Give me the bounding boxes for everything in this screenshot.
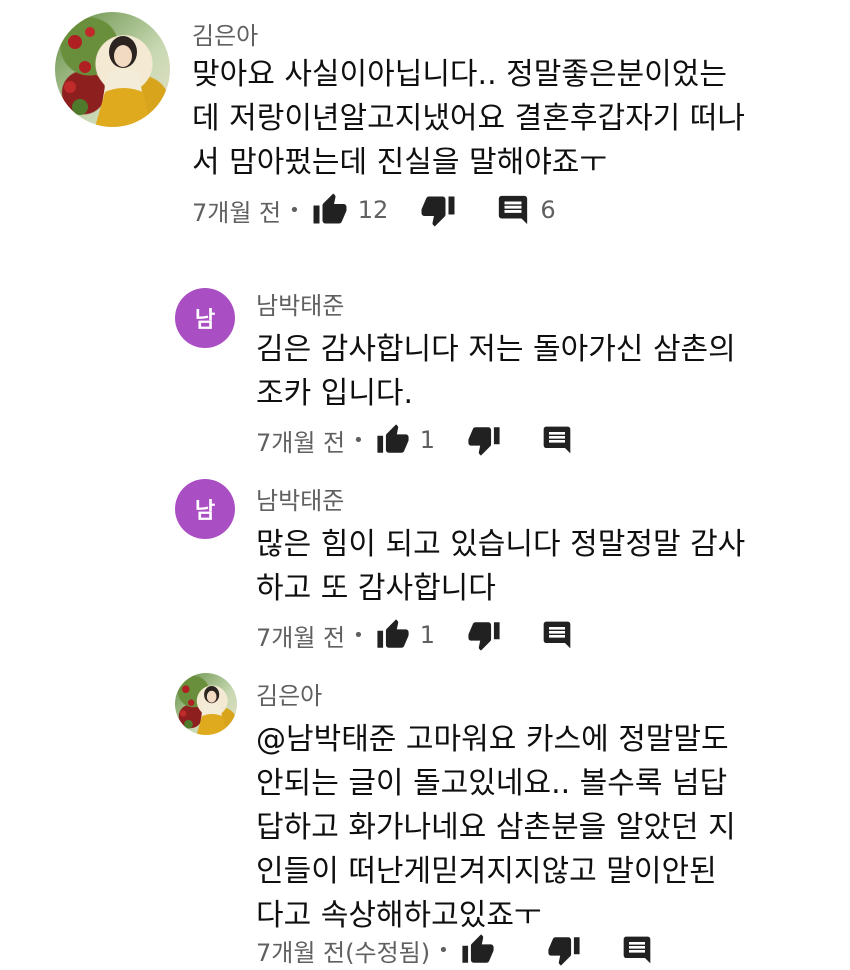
reply-author[interactable]: 김은아 [256,676,322,711]
reply-button[interactable] [541,424,573,456]
comment-text: 맞아요 사실이아닙니다.. 정말좋은분이었는 데 저랑이년알고지냈어요 결혼후갑… [192,57,746,180]
thumbs-down-icon [421,196,455,227]
like-count: 12 [357,196,389,224]
comment-reply-icon [543,426,571,454]
comment-timestamp: 7개월 전 [192,198,282,227]
like-count: 1 [419,621,436,649]
reply-item: 남 남박태준 많은 힘이 되고 있습니다 정말정말 감사 하고 또 감사합니다 … [0,475,850,660]
like-button[interactable] [461,933,495,967]
reply-button[interactable] [621,934,653,966]
separator-dot: • [289,199,300,221]
dislike-button[interactable] [467,618,501,652]
reply-author[interactable]: 남박태준 [256,286,344,321]
like-count: 1 [419,426,436,454]
reply-button[interactable] [541,619,573,651]
reply-button[interactable] [496,193,530,227]
thumbs-down-icon [548,937,580,966]
reply-text: @남박태준 고마워요 카스에 정말말도 안되는 글이 돌고있네요.. 볼수록 넘… [256,722,736,933]
like-button[interactable] [376,618,410,652]
dislike-button[interactable] [547,933,581,967]
comment-author[interactable]: 김은아 [192,16,258,51]
reply-count[interactable]: 6 [540,196,555,224]
reply-actions: 7개월 전 • 1 [256,615,573,655]
thumbs-up-icon [462,934,494,963]
thumbs-down-icon [468,427,500,456]
like-button[interactable] [312,192,348,228]
avatar[interactable]: 남 [175,479,235,539]
avatar[interactable] [175,673,237,735]
dislike-button[interactable] [420,192,456,228]
separator-dot: • [353,624,364,646]
comment-reply-icon [543,621,571,649]
comment-actions: 7개월 전 • 12 6 [192,190,556,230]
comment-reply-icon [499,195,528,225]
comment-thread-main: 김은아 맞아요 사실이아닙니다.. 정말좋은분이었는 데 저랑이년알고지냈어요 … [0,0,850,240]
thumbs-up-icon [377,619,409,648]
reply-item: 남 남박태준 김은 감사합니다 저는 돌아가신 삼촌의 조카 입니다. 7개월 … [0,280,850,465]
reply-timestamp: 7개월 전(수정됨) [256,938,431,967]
thumbs-up-icon [377,424,409,453]
avatar[interactable] [55,12,170,127]
reply-timestamp: 7개월 전 [256,428,346,457]
separator-dot: • [438,939,449,961]
comment-reply-icon [623,936,651,964]
separator-dot: • [353,429,364,451]
avatar[interactable]: 남 [175,288,235,348]
reply-actions: 7개월 전 • 1 [256,420,573,460]
thumbs-up-icon [313,193,347,224]
reply-author[interactable]: 남박태준 [256,481,344,516]
reply-actions: 7개월 전(수정됨) • [256,930,653,970]
reply-text: 김은 감사합니다 저는 돌아가신 삼촌의 조카 입니다. [256,332,736,411]
thumbs-down-icon [468,622,500,651]
reply-timestamp: 7개월 전 [256,623,346,652]
dislike-button[interactable] [467,423,501,457]
reply-item: 김은아 @남박태준 고마워요 카스에 정말말도 안되는 글이 돌고있네요.. 볼… [0,668,850,967]
like-button[interactable] [376,423,410,457]
reply-text: 많은 힘이 되고 있습니다 정말정말 감사 하고 또 감사합니다 [256,527,746,606]
